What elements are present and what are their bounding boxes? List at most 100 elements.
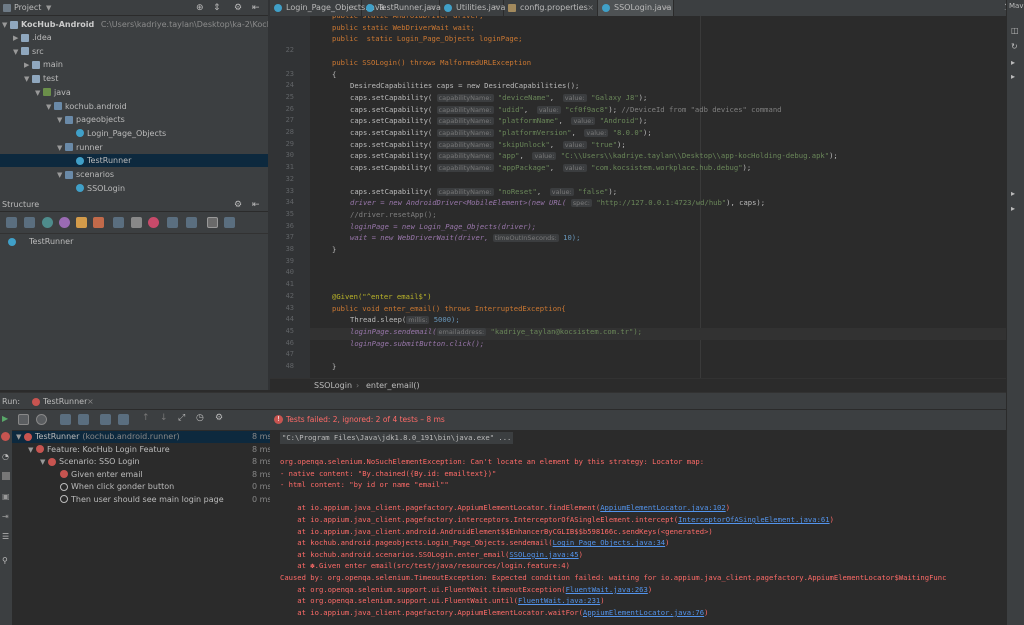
chevron-down-icon[interactable]: ▼ bbox=[16, 431, 24, 443]
editor-tab[interactable]: SSOLogin.java × bbox=[598, 0, 674, 16]
project-panel-title[interactable]: Project bbox=[14, 0, 41, 16]
code-line[interactable]: driver = new AndroidDriver<MobileElement… bbox=[350, 197, 765, 209]
tree-item[interactable]: ▼ src bbox=[13, 45, 44, 58]
editor-tab[interactable]: config.properties × bbox=[504, 0, 598, 16]
code-line[interactable]: public void enter_email() throws Interru… bbox=[332, 303, 566, 315]
show-ignored-icon[interactable] bbox=[36, 414, 47, 425]
pin-icon[interactable]: ⚲ bbox=[2, 556, 8, 565]
breadcrumb-method[interactable]: enter_email() bbox=[366, 379, 420, 393]
chevron-down-icon[interactable]: ▼ bbox=[46, 101, 54, 114]
code-line[interactable]: } bbox=[332, 361, 336, 373]
close-icon[interactable]: × bbox=[351, 0, 358, 16]
chevron-right-icon[interactable]: ▸ bbox=[1011, 72, 1015, 81]
close-icon[interactable]: × bbox=[493, 0, 500, 16]
sort-duration-icon[interactable] bbox=[78, 414, 89, 425]
editor-tab[interactable]: Utilities.java × bbox=[440, 0, 505, 16]
chevron-down-icon[interactable]: ▼ bbox=[57, 169, 65, 182]
sort-alpha-icon[interactable] bbox=[24, 217, 35, 228]
test-tree-item[interactable]: Then user should see main login page bbox=[52, 494, 224, 506]
chevron-down-icon[interactable]: ▼ bbox=[57, 114, 65, 127]
code-line[interactable]: public static Login_Page_Objects loginPa… bbox=[332, 33, 522, 45]
ant-icon[interactable]: ◫ bbox=[1011, 26, 1019, 35]
exit-icon[interactable]: ⇥ bbox=[2, 512, 9, 521]
sort-alpha-icon[interactable] bbox=[60, 414, 71, 425]
lambda-icon[interactable] bbox=[148, 217, 159, 228]
close-icon[interactable]: × bbox=[663, 0, 670, 16]
anonymous-icon[interactable] bbox=[131, 217, 142, 228]
hide-panel-icon[interactable]: ⇤ bbox=[252, 0, 260, 16]
test-tree-item[interactable]: ▼ TestRunner (kochub.android.runner) bbox=[16, 431, 180, 443]
tree-item[interactable]: ▼ java bbox=[35, 86, 71, 99]
rerun-icon[interactable]: ▶ bbox=[2, 414, 8, 423]
tree-item[interactable]: ▼ test bbox=[24, 72, 58, 85]
lock-icon[interactable] bbox=[93, 217, 104, 228]
test-tree-item[interactable]: ▼ Scenario: SSO Login bbox=[40, 456, 140, 468]
code-line[interactable]: caps.setCapability( capabilityName: "udi… bbox=[350, 104, 781, 116]
gear-icon[interactable]: ⚙ bbox=[234, 198, 242, 212]
breadcrumb-class[interactable]: SSOLogin bbox=[314, 379, 352, 393]
code-line[interactable]: caps.setCapability( capabilityName: "dev… bbox=[350, 92, 647, 104]
properties-icon[interactable] bbox=[42, 217, 53, 228]
code-line[interactable]: caps.setCapability( capabilityName: "app… bbox=[350, 150, 838, 162]
arrow-up-icon[interactable]: ↑ bbox=[142, 413, 150, 423]
code-line[interactable]: caps.setCapability( capabilityName: "noR… bbox=[350, 186, 617, 198]
code-line[interactable]: public SSOLogin() throws MalformedURLExc… bbox=[332, 57, 531, 69]
chevron-right-icon[interactable]: ▶ bbox=[13, 32, 21, 45]
hide-panel-icon[interactable]: ⇤ bbox=[252, 198, 260, 212]
maven-tab[interactable]: Mav bbox=[1009, 2, 1023, 10]
console-output[interactable]: "C:\Program Files\Java\jdk1.8.0_191\bin\… bbox=[270, 430, 1006, 625]
layout-icon[interactable]: ☰ bbox=[2, 532, 9, 541]
chevron-right-icon[interactable]: ▶ bbox=[24, 59, 32, 72]
code-line[interactable]: public static WebDriverWait wait; bbox=[332, 22, 475, 34]
code-line[interactable]: Thread.sleep(millis: 5000); bbox=[350, 314, 460, 326]
tree-item[interactable]: ▼ scenarios bbox=[57, 168, 114, 181]
chevron-right-icon[interactable]: ▸ bbox=[1011, 189, 1015, 198]
gear-icon[interactable]: ⚙ bbox=[215, 413, 223, 423]
inherited-icon[interactable] bbox=[113, 217, 124, 228]
stacktrace-link[interactable]: FluentWait.java:231 bbox=[518, 596, 600, 605]
test-tree-item[interactable]: Given enter email bbox=[52, 469, 143, 481]
chevron-down-icon[interactable]: ▼ bbox=[40, 456, 48, 468]
camera-icon[interactable]: ▣ bbox=[2, 492, 10, 501]
gear-icon[interactable]: ⚙ bbox=[234, 0, 242, 16]
collapse-all-icon[interactable] bbox=[118, 414, 129, 425]
show-passed-icon[interactable] bbox=[18, 414, 29, 425]
tree-item[interactable]: ▶ .idea bbox=[13, 31, 52, 44]
code-line[interactable]: loginPage.sendemail(emailaddress: "kadri… bbox=[350, 326, 642, 338]
history-icon[interactable]: ◷ bbox=[196, 413, 204, 423]
toggle-autotest-icon[interactable]: ◔ bbox=[2, 452, 9, 461]
tree-item[interactable]: ▼ kochub.android bbox=[46, 100, 127, 113]
arrow-down-icon[interactable]: ↓ bbox=[160, 413, 168, 423]
code-line[interactable]: wait = new WebDriverWait(driver, timeOut… bbox=[350, 232, 580, 244]
code-line[interactable]: DesiredCapabilities caps = new DesiredCa… bbox=[350, 80, 579, 92]
export-icon[interactable]: ⤢ bbox=[178, 413, 185, 423]
autoscroll-to-source-icon[interactable] bbox=[207, 217, 218, 228]
protected-icon[interactable] bbox=[59, 217, 70, 228]
code-line[interactable]: { bbox=[332, 69, 336, 81]
code-line[interactable]: } bbox=[332, 244, 336, 256]
chevron-down-icon[interactable]: ▼ bbox=[28, 444, 36, 456]
stop-icon[interactable] bbox=[2, 472, 10, 480]
close-icon[interactable]: × bbox=[587, 0, 594, 16]
structure-item[interactable]: TestRunner bbox=[8, 235, 73, 248]
stacktrace-link[interactable]: AppiumElementLocator.java:76 bbox=[583, 608, 704, 617]
tree-item[interactable]: Login_Page_Objects bbox=[68, 127, 166, 140]
test-tree-item[interactable]: ▼ Feature: KocHub Login Feature bbox=[28, 444, 170, 456]
chevron-right-icon[interactable]: ▸ bbox=[1011, 58, 1015, 67]
stacktrace-link[interactable]: InterceptorOfASingleElement.java:61 bbox=[678, 515, 829, 524]
autoscroll-from-source-icon[interactable] bbox=[224, 217, 235, 228]
code-line[interactable]: @Given("^enter email$") bbox=[332, 291, 432, 303]
fields-icon[interactable] bbox=[76, 217, 87, 228]
stacktrace-link[interactable]: SSOLogin.java:45 bbox=[509, 550, 578, 559]
run-tab[interactable]: TestRunner bbox=[43, 393, 87, 411]
project-view-icon[interactable] bbox=[3, 4, 11, 12]
stacktrace-link[interactable]: Login_Page_Objects.java:34 bbox=[553, 538, 666, 547]
code-line[interactable]: caps.setCapability( capabilityName: "pla… bbox=[350, 127, 652, 139]
tree-item[interactable]: TestRunner bbox=[0, 154, 268, 168]
stacktrace-link[interactable]: AppiumElementLocator.java:102 bbox=[600, 503, 726, 512]
rerun-failed-icon[interactable] bbox=[1, 432, 10, 441]
test-tree-item[interactable]: When click gonder button bbox=[52, 481, 174, 493]
close-icon[interactable]: × bbox=[429, 0, 436, 16]
expand-all-icon[interactable] bbox=[100, 414, 111, 425]
refresh-icon[interactable]: ↻ bbox=[1011, 42, 1018, 51]
